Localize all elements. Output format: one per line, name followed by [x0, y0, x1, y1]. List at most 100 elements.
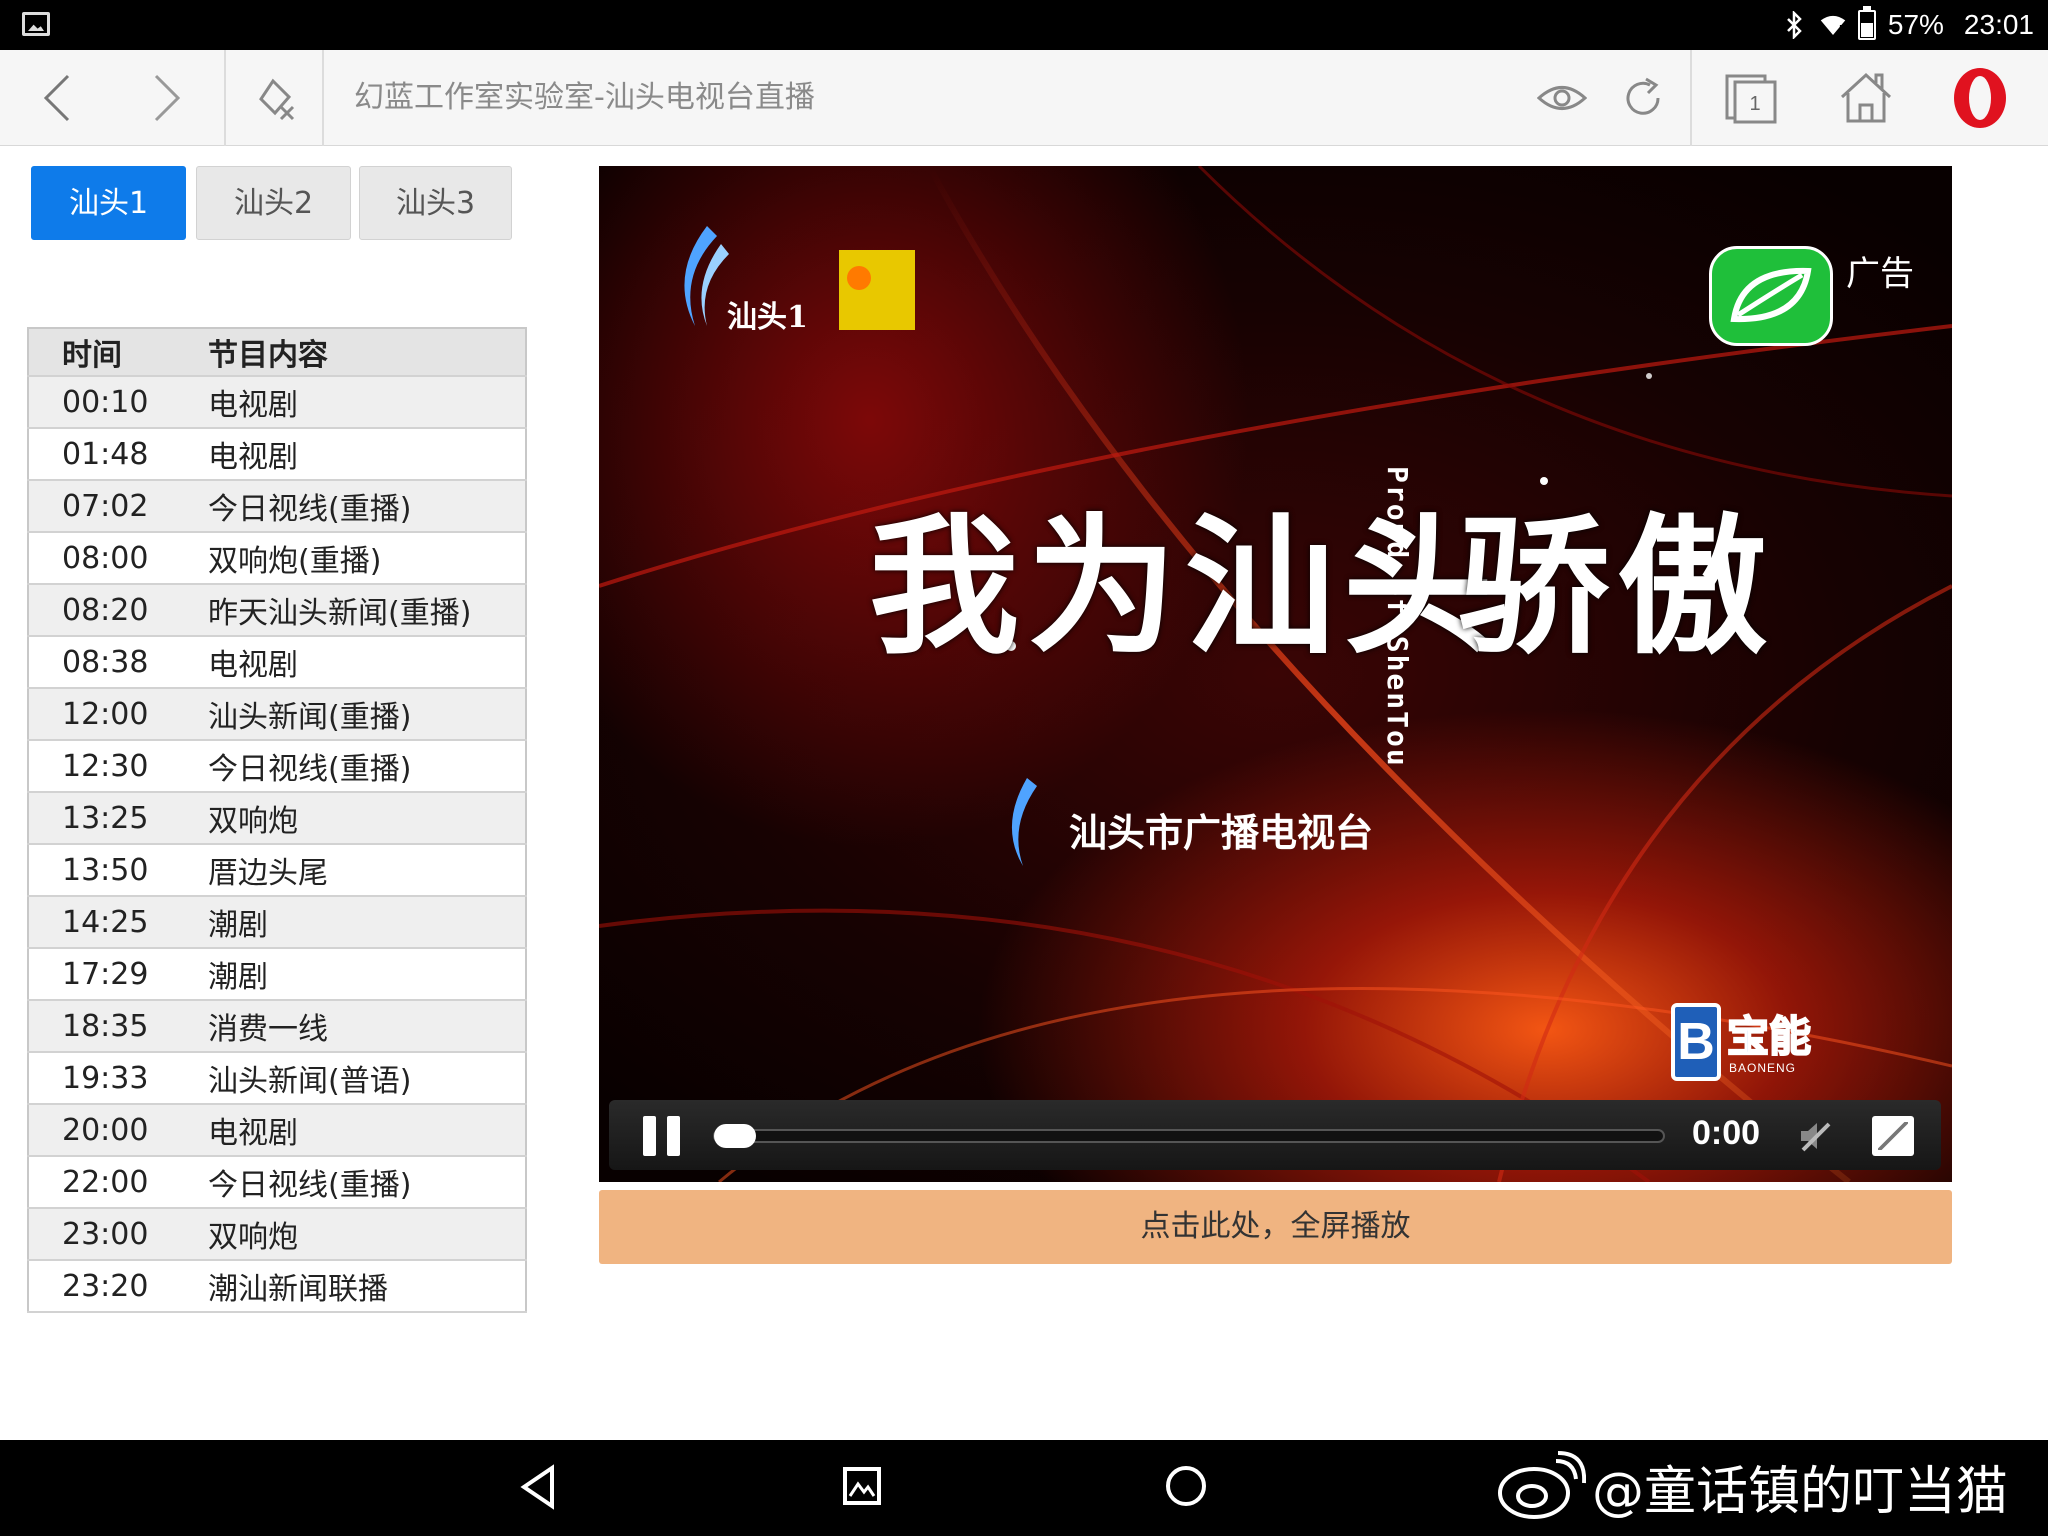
gallery-notification-icon [22, 12, 50, 36]
back-triangle-icon[interactable] [518, 1464, 558, 1510]
schedule-body: 00:10 电视剧 01:48 电视剧 07:02 今日视线(重播) 08:00 双响炮(重播… [28, 376, 526, 1313]
sponsor-logo-text: 宝能 [1726, 1011, 1812, 1062]
schedule-time: 23:00 [28, 1208, 208, 1261]
schedule-time: 23:20 [28, 1260, 208, 1313]
reload-button[interactable] [1612, 50, 1674, 146]
fullscreen-button[interactable] [1872, 1116, 1914, 1156]
schedule-program: 消费一线 [208, 1000, 526, 1053]
channel-logo-text: 汕头1 [727, 300, 808, 335]
battery-icon [1857, 6, 1876, 40]
mute-button[interactable] [1797, 1118, 1833, 1154]
svg-text:1: 1 [1749, 93, 1760, 115]
table-row: 01:48 电视剧 [28, 428, 526, 481]
table-row: 14:25 潮剧 [28, 896, 526, 949]
sponsor-logo: B 宝能 BAONENG [1671, 1003, 1817, 1083]
table-row: 08:00 双响炮(重播) [28, 532, 526, 585]
schedule-program: 潮汕新闻联播 [208, 1260, 526, 1313]
schedule-program: 汕头新闻(普语) [208, 1052, 526, 1105]
program-schedule-table: 时间 节目内容 00:10 电视剧 01:48 电视剧 07:02 今日视线(重播) 08:… [27, 327, 527, 1313]
tabs-icon: 1 [1725, 74, 1777, 124]
column-header-program: 节目内容 [208, 328, 526, 377]
ad-leaf-logo [1709, 246, 1833, 346]
table-row: 00:10 电视剧 [28, 376, 526, 429]
schedule-time: 07:02 [28, 480, 208, 533]
adblock-button[interactable] [236, 50, 316, 146]
schedule-program: 电视剧 [208, 428, 526, 481]
table-row: 13:25 双响炮 [28, 792, 526, 845]
clock: 23:01 [1963, 9, 2034, 40]
schedule-program: 潮剧 [208, 896, 526, 949]
table-row: 08:38 电视剧 [28, 636, 526, 689]
schedule-time: 08:00 [28, 532, 208, 585]
recent-apps-icon[interactable] [842, 1466, 882, 1506]
schedule-time: 13:25 [28, 792, 208, 845]
table-row: 08:20 昨天汕头新闻(重播) [28, 584, 526, 637]
home-button[interactable] [1824, 50, 1908, 146]
table-row: 13:50 厝边头尾 [28, 844, 526, 897]
schedule-time: 08:38 [28, 636, 208, 689]
column-header-time: 时间 [28, 328, 208, 377]
leaf-icon [1730, 267, 1812, 323]
status-right: 57% 23:01 [1782, 6, 2034, 44]
hero-text-right: 骄傲 [1459, 499, 1776, 675]
browser-toolbar: 幻蓝工作室实验室-汕头电视台直播 1 [0, 50, 2048, 146]
seek-handle[interactable] [714, 1124, 756, 1148]
schedule-program: 昨天汕头新闻(重播) [208, 584, 526, 637]
chevron-right-icon [154, 74, 181, 122]
schedule-program: 今日视线(重播) [208, 740, 526, 793]
table-row: 20:00 电视剧 [28, 1104, 526, 1157]
eye-icon [1537, 86, 1587, 110]
schedule-time: 22:00 [28, 1156, 208, 1209]
video-player[interactable]: 汕头1 广告 我为汕头 Proud of ShenTou 骄傲 汕头市广播电视台… [599, 166, 1952, 1182]
table-row: 07:02 今日视线(重播) [28, 480, 526, 533]
chevron-left-icon [43, 74, 70, 122]
forward-button[interactable] [128, 50, 204, 146]
table-row: 23:00 双响炮 [28, 1208, 526, 1261]
schedule-program: 汕头新闻(重播) [208, 688, 526, 741]
back-button[interactable] [20, 50, 96, 146]
schedule-time: 13:50 [28, 844, 208, 897]
tab-shantou-2[interactable]: 汕头2 [196, 166, 351, 240]
playback-time: 0:00 [1692, 1114, 1761, 1152]
table-row: 23:20 潮汕新闻联播 [28, 1260, 526, 1313]
table-row: 22:00 今日视线(重播) [28, 1156, 526, 1209]
tab-shantou-3[interactable]: 汕头3 [359, 166, 512, 240]
schedule-time: 01:48 [28, 428, 208, 481]
opera-logo-icon [1954, 68, 2006, 128]
address-bar[interactable]: 幻蓝工作室实验室-汕头电视台直播 [354, 50, 815, 146]
opera-menu-button[interactable] [1940, 50, 2020, 146]
seek-bar[interactable] [713, 1129, 1665, 1143]
reload-icon [1626, 77, 1660, 115]
schedule-program: 双响炮 [208, 1208, 526, 1261]
tab-shantou-1[interactable]: 汕头1 [31, 166, 186, 240]
schedule-program: 电视剧 [208, 636, 526, 689]
hero-english-text: Proud of ShenTou [1381, 466, 1414, 768]
schedule-time: 19:33 [28, 1052, 208, 1105]
table-row: 17:29 潮剧 [28, 948, 526, 1001]
schedule-time: 12:30 [28, 740, 208, 793]
watermark: @童话镇的叮当猫 [1494, 1446, 2008, 1526]
schedule-time: 12:00 [28, 688, 208, 741]
sponsor-logo-sub: BAONENG [1729, 1061, 1797, 1075]
schedule-program: 厝边头尾 [208, 844, 526, 897]
reader-mode-button[interactable] [1534, 50, 1590, 146]
home-circle-icon[interactable] [1164, 1464, 1208, 1508]
tabs-button[interactable]: 1 [1712, 50, 1790, 146]
watermark-text: @童话镇的叮当猫 [1592, 1461, 2009, 1522]
table-row: 12:00 汕头新闻(重播) [28, 688, 526, 741]
wifi-icon [1820, 15, 1846, 35]
table-header-row: 时间 节目内容 [28, 328, 526, 377]
schedule-time: 20:00 [28, 1104, 208, 1157]
battery-level: 57% [1887, 9, 1944, 40]
table-row: 12:30 今日视线(重播) [28, 740, 526, 793]
status-bar: 57% 23:01 [0, 0, 2048, 50]
player-controls: 0:00 [609, 1100, 1941, 1170]
station-name: 汕头市广播电视台 [1069, 811, 1374, 855]
schedule-program: 双响炮(重播) [208, 532, 526, 585]
schedule-program: 电视剧 [208, 376, 526, 429]
weibo-logo-icon [1498, 1451, 1586, 1519]
schedule-program: 今日视线(重播) [208, 480, 526, 533]
fullscreen-play-button[interactable]: 点击此处，全屏播放 [599, 1190, 1952, 1264]
pause-button[interactable] [643, 1116, 683, 1156]
schedule-time: 17:29 [28, 948, 208, 1001]
